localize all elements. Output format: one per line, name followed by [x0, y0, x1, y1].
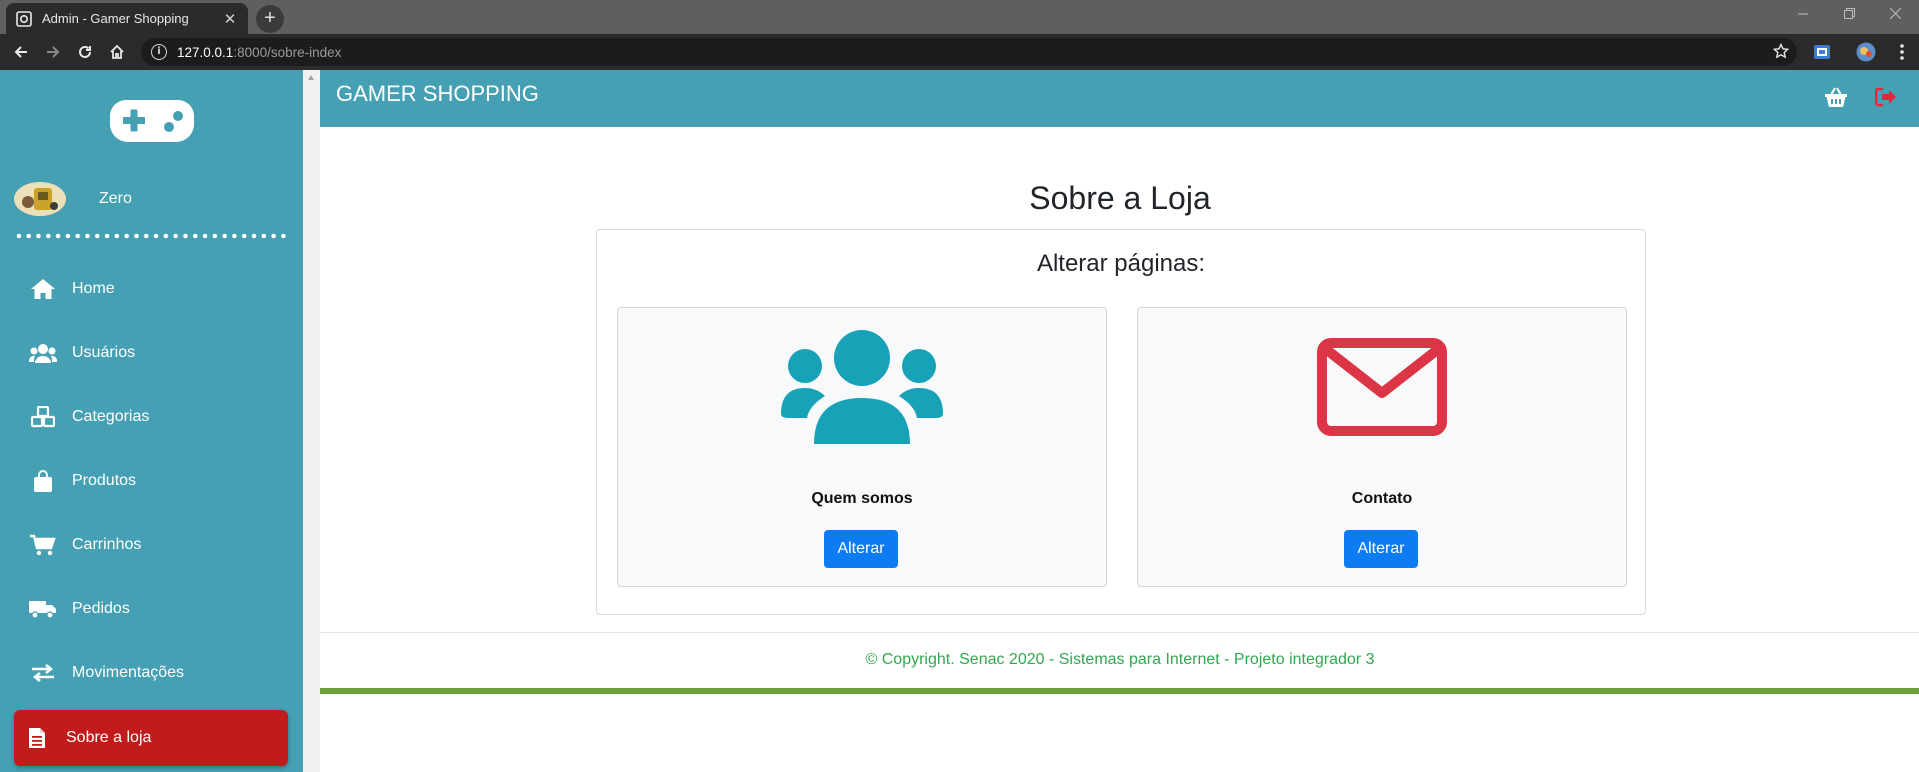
pages-card: Alterar páginas: Quem somos Alterar Cont… — [596, 229, 1646, 615]
users-icon — [28, 340, 58, 366]
forward-arrow-icon[interactable] — [42, 41, 64, 63]
new-tab-button[interactable]: + — [256, 5, 284, 33]
scroll-up-arrow-icon[interactable] — [308, 75, 314, 80]
footer-divider — [320, 632, 1919, 633]
exchange-icon — [28, 660, 58, 686]
extension-icon[interactable] — [1812, 42, 1832, 62]
footer-green-bar — [320, 688, 1919, 694]
sidebar-item-label: Home — [72, 280, 115, 297]
profile-avatar-icon[interactable] — [1856, 42, 1876, 62]
info-icon[interactable]: i — [151, 44, 167, 60]
dotted-divider — [14, 233, 290, 239]
alterar-quem-somos-button[interactable]: Alterar — [824, 530, 898, 568]
tab-title: Admin - Gamer Shopping — [42, 11, 189, 26]
envelope-icon — [1138, 338, 1626, 436]
sidebar-item-label: Categorias — [72, 408, 150, 425]
sidebar-item-label: Usuários — [72, 344, 136, 361]
sidebar-item-sobre-a-loja[interactable]: Sobre a loja — [14, 710, 288, 766]
sidebar: Zero Home Usuários Categorias Produtos C… — [0, 70, 303, 772]
card-contato: Contato Alterar — [1137, 307, 1627, 587]
card-label: Quem somos — [811, 490, 913, 507]
brand-title[interactable]: GAMER SHOPPING — [336, 81, 539, 107]
reload-icon[interactable] — [74, 41, 96, 63]
users-icon — [618, 330, 1106, 444]
browser-toolbar: i 127.0.0.1 :8000/sobre-index — [0, 34, 1919, 70]
user-profile[interactable]: Zero — [14, 182, 132, 216]
favicon-icon — [16, 10, 32, 27]
bookmark-star-icon[interactable] — [1772, 42, 1790, 62]
section-subtitle: Alterar páginas: — [1036, 250, 1206, 277]
file-icon — [22, 725, 52, 751]
truck-icon — [28, 596, 58, 622]
username: Zero — [99, 190, 132, 207]
browser-menu-icon[interactable] — [1892, 42, 1912, 62]
minimize-icon[interactable] — [1780, 0, 1826, 28]
sidebar-item-usuarios[interactable]: Usuários — [14, 325, 288, 381]
sidebar-item-label: Movimentações — [72, 664, 185, 681]
back-arrow-icon[interactable] — [10, 41, 32, 63]
sidebar-item-label: Produtos — [72, 472, 137, 489]
page-scrollbar[interactable] — [303, 70, 320, 772]
browser-tabbar: Admin - Gamer Shopping ✕ + — [0, 0, 1919, 34]
sidebar-item-label: Carrinhos — [72, 536, 142, 553]
url-path: :8000/sobre-index — [233, 44, 342, 60]
sidebar-item-carrinhos[interactable]: Carrinhos — [14, 517, 288, 573]
card-quem-somos: Quem somos Alterar — [617, 307, 1107, 587]
restore-icon[interactable] — [1826, 0, 1872, 28]
window-close-icon[interactable] — [1872, 0, 1918, 28]
cart-icon — [28, 532, 58, 558]
shopping-bag-icon — [28, 468, 58, 494]
home-icon — [28, 276, 58, 302]
sidebar-item-home[interactable]: Home — [14, 261, 288, 317]
tab-close-icon[interactable]: ✕ — [222, 10, 238, 28]
avatar — [14, 182, 66, 216]
url-host: 127.0.0.1 — [177, 44, 234, 60]
home-browser-icon[interactable] — [106, 41, 128, 63]
sidebar-item-label: Pedidos — [72, 600, 130, 617]
sidebar-item-produtos[interactable]: Produtos — [14, 453, 288, 509]
cubes-icon — [28, 404, 58, 430]
browser-tab[interactable]: Admin - Gamer Shopping ✕ — [6, 3, 248, 34]
sidebar-item-label: Sobre a loja — [66, 729, 152, 746]
sidebar-item-categorias[interactable]: Categorias — [14, 389, 288, 445]
alterar-contato-button[interactable]: Alterar — [1344, 530, 1418, 568]
address-bar[interactable]: i 127.0.0.1 :8000/sobre-index — [141, 38, 1797, 66]
gamepad-logo-icon[interactable] — [110, 96, 194, 149]
sign-out-icon[interactable] — [1873, 84, 1899, 110]
top-navbar: GAMER SHOPPING — [320, 70, 1919, 127]
sidebar-item-movimentacoes[interactable]: Movimentações — [14, 645, 288, 701]
page-title: Sobre a Loja — [1029, 180, 1211, 216]
sidebar-item-pedidos[interactable]: Pedidos — [14, 581, 288, 637]
footer-copyright: © Copyright. Senac 2020 - Sistemas para … — [865, 651, 1375, 668]
card-label: Contato — [1351, 490, 1413, 507]
basket-icon[interactable] — [1823, 84, 1849, 110]
